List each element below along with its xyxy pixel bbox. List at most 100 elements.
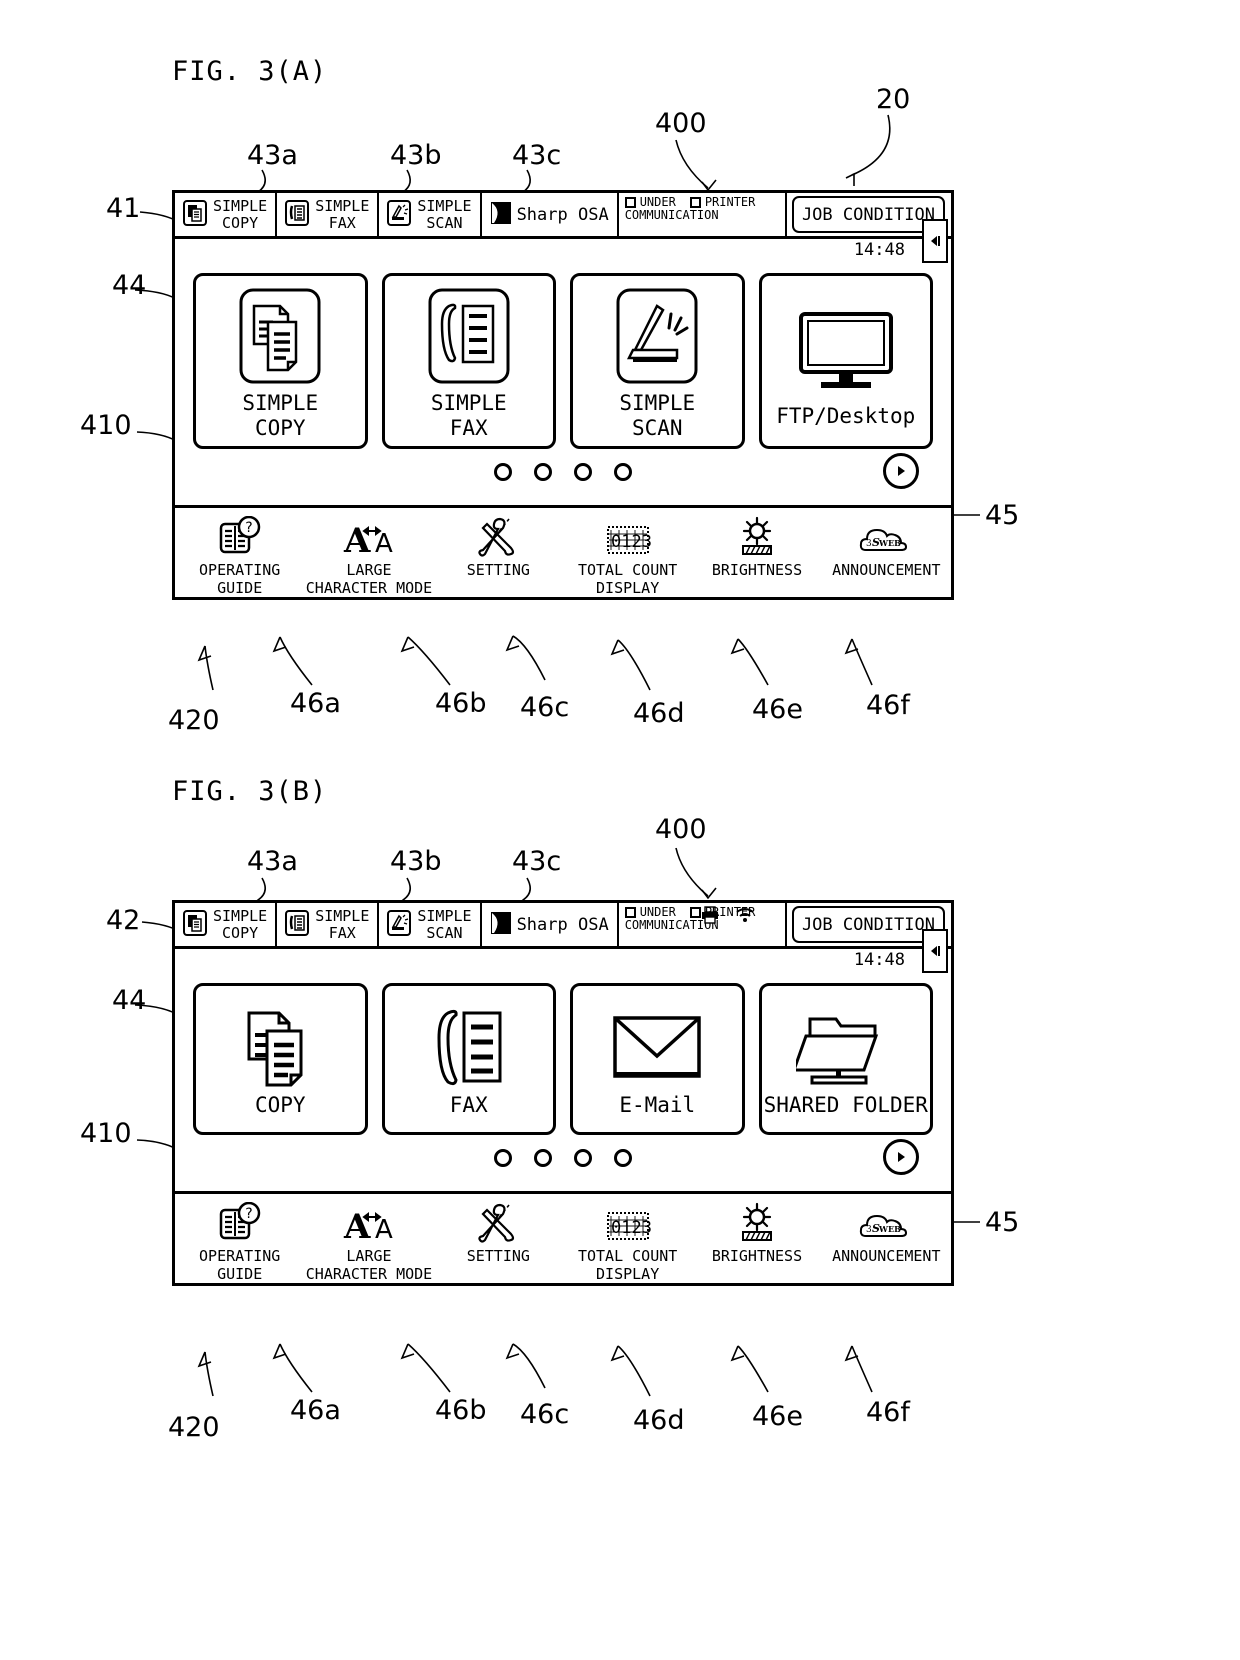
tile-label: COPY	[254, 1092, 306, 1117]
pager-dots-b[interactable]	[494, 1149, 632, 1167]
figure-b-caption: FIG. 3(B)	[172, 776, 328, 807]
topbar-tab-simple-fax-b[interactable]: SIMPLE FAX	[277, 903, 380, 946]
tile-email[interactable]: E-Mail	[570, 983, 745, 1135]
setting-tools-icon	[475, 514, 521, 558]
sharp-osa-icon	[490, 201, 512, 229]
svg-text:WEB: WEB	[878, 1224, 901, 1234]
topbar-tab-simple-scan-a[interactable]: SIMPLE SCAN	[379, 193, 482, 236]
tile-grid-b: COPY FAX E-Mail SHARED FOLDER	[193, 983, 933, 1135]
bottom-toolbar-a: ? OPERATING GUIDE A A LARGE CHARACTER MO…	[175, 505, 951, 597]
pager-dot[interactable]	[574, 463, 592, 481]
bottom-item-brightness[interactable]: BRIGHTNESS	[692, 1200, 821, 1265]
tile-label: SIMPLE SCAN	[619, 391, 696, 440]
monitor-icon	[791, 294, 901, 404]
bottom-item-label: ANNOUNCEMENT	[832, 561, 941, 579]
topbar-sharp-osa-b[interactable]: Sharp OSA	[482, 903, 619, 946]
bottom-item-large-character-mode[interactable]: A A LARGE CHARACTER MODE	[304, 514, 433, 597]
collapse-button-a[interactable]	[922, 219, 948, 263]
pager-dot[interactable]	[614, 1149, 632, 1167]
play-next-icon	[898, 1152, 905, 1162]
operation-panel-a: SIMPLE COPY SIMPLE FAX SIMPLE SCAN Sharp…	[172, 190, 954, 600]
bottom-item-large-character-mode[interactable]: A A LARGE CHARACTER MODE	[304, 1200, 433, 1283]
copy-documents-icon	[235, 1001, 325, 1093]
ref-44-a: 44	[112, 270, 147, 301]
topbar-a: SIMPLE COPY SIMPLE FAX SIMPLE SCAN Sharp…	[175, 193, 951, 239]
under-communication-label: UNDER	[639, 195, 676, 209]
topbar-tab-label: SIMPLE SCAN	[417, 196, 472, 232]
bottom-item-operating-guide[interactable]: ? OPERATING GUIDE	[175, 1200, 304, 1283]
printer-checkbox	[689, 906, 701, 918]
tile-ftp-desktop[interactable]: FTP/Desktop	[758, 273, 933, 449]
ref-46b-a: 46b	[435, 688, 487, 719]
tile-simple-copy[interactable]: SIMPLE COPY	[193, 273, 368, 449]
wifi-icon	[735, 906, 755, 927]
tile-label: SHARED FOLDER	[763, 1092, 928, 1117]
tile-copy[interactable]: COPY	[193, 983, 368, 1135]
pager-dot[interactable]	[534, 463, 552, 481]
large-character-icon: A A	[341, 1200, 397, 1244]
next-page-button-b[interactable]	[883, 1139, 919, 1175]
clock-b: 14:48	[853, 950, 905, 970]
ref-44-b: 44	[112, 985, 147, 1016]
play-next-icon	[898, 466, 905, 476]
pager-dots-a[interactable]	[494, 463, 632, 481]
ref-42: 42	[106, 905, 141, 936]
ref-45-b: 45	[985, 1207, 1020, 1238]
operating-guide-icon: ?	[218, 514, 262, 558]
tile-fax[interactable]: FAX	[381, 983, 556, 1135]
simple-copy-icon	[183, 909, 207, 940]
collapse-button-b[interactable]	[922, 929, 948, 973]
bottom-item-label: SETTING	[466, 561, 530, 579]
clock-row-a: 14:48	[175, 219, 951, 263]
bottom-item-announcement[interactable]: S WEB 3 ANNOUNCEMENT	[822, 1200, 951, 1265]
fax-handset-icon	[424, 1001, 514, 1093]
svg-text:?: ?	[245, 520, 252, 536]
topbar-tab-simple-scan-b[interactable]: SIMPLE SCAN	[379, 903, 482, 946]
figure-a-caption: FIG. 3(A)	[172, 56, 328, 87]
main-area-a: SIMPLE COPY SIMPLE FAX SIMPLE SCAN FTP/D…	[175, 263, 951, 505]
topbar-tab-simple-copy-a[interactable]: SIMPLE COPY	[175, 193, 278, 236]
ref-20-a: 20	[876, 84, 911, 115]
bottom-item-operating-guide[interactable]: ? OPERATING GUIDE	[175, 514, 304, 597]
ref-420-a: 420	[168, 705, 220, 736]
bottom-item-total-count-display[interactable]: 0123 TOTAL COUNT DISPLAY	[563, 514, 692, 597]
ref-46f-b: 46f	[866, 1397, 910, 1428]
tile-label: FAX	[449, 1092, 488, 1117]
bottom-item-total-count-display[interactable]: 0123 TOTAL COUNT DISPLAY	[563, 1200, 692, 1283]
topbar-sharp-osa-a[interactable]: Sharp OSA	[482, 193, 619, 236]
pager-dot[interactable]	[614, 463, 632, 481]
sharp-osa-label: Sharp OSA	[516, 914, 609, 935]
topbar-tab-simple-fax-a[interactable]: SIMPLE FAX	[277, 193, 380, 236]
setting-tools-icon	[475, 1200, 521, 1244]
pager-row-a	[193, 449, 933, 505]
bottom-item-label: BRIGHTNESS	[711, 1247, 803, 1265]
clock-a: 14:48	[853, 240, 905, 260]
tile-simple-fax[interactable]: SIMPLE FAX	[381, 273, 556, 449]
topbar-b: SIMPLE COPY SIMPLE FAX SIMPLE SCAN Sharp…	[175, 903, 951, 949]
bottom-item-brightness[interactable]: BRIGHTNESS	[692, 514, 821, 579]
tile-label: SIMPLE COPY	[242, 391, 319, 440]
svg-text:WEB: WEB	[878, 538, 901, 548]
tile-simple-scan[interactable]: SIMPLE SCAN	[570, 273, 745, 449]
tile-grid-a: SIMPLE COPY SIMPLE FAX SIMPLE SCAN FTP/D…	[193, 273, 933, 449]
status-indicators-b: UNDER PRINTER COMMUNICATION	[619, 903, 787, 946]
ref-46d-b: 46d	[633, 1405, 685, 1436]
pager-dot[interactable]	[494, 1149, 512, 1167]
pager-dot[interactable]	[534, 1149, 552, 1167]
ref-400-a: 400	[655, 108, 707, 139]
bottom-item-announcement[interactable]: S WEB 3 ANNOUNCEMENT	[822, 514, 951, 579]
next-page-button-a[interactable]	[883, 453, 919, 489]
topbar-tab-simple-copy-b[interactable]: SIMPLE COPY	[175, 903, 278, 946]
total-count-icon: 0123	[605, 514, 651, 558]
ref-41: 41	[106, 193, 141, 224]
ref-46e-b: 46e	[752, 1401, 803, 1432]
bottom-item-setting[interactable]: SETTING	[434, 1200, 563, 1265]
printer-status-icon	[701, 906, 719, 927]
pager-dot[interactable]	[574, 1149, 592, 1167]
pager-dot[interactable]	[494, 463, 512, 481]
bottom-item-setting[interactable]: SETTING	[434, 514, 563, 579]
tile-shared-folder[interactable]: SHARED FOLDER	[758, 983, 933, 1135]
brightness-sun-icon	[734, 1200, 780, 1244]
printer-label: PRINTER	[704, 195, 756, 209]
ref-43b-b: 43b	[390, 846, 442, 877]
